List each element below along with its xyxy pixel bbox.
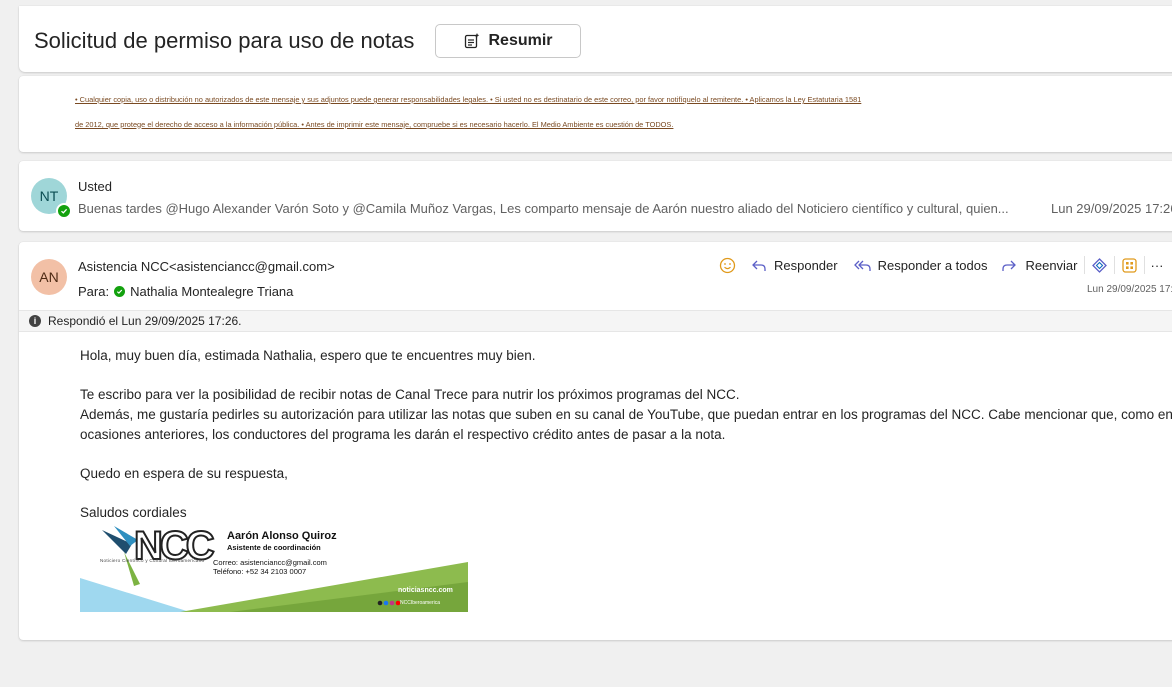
info-icon: i — [29, 315, 41, 327]
presence-available-icon — [114, 286, 126, 297]
signature-name: Aarón Alonso Quiroz — [227, 530, 337, 542]
more-icon: ··· — [1150, 257, 1164, 273]
divider — [1113, 256, 1115, 274]
collapsed-preview: Buenas tardes @Hugo Alexander Varón Soto… — [78, 201, 1008, 216]
forward-label: Reenviar — [1025, 257, 1078, 273]
body-paragraph: Te escribo para ver la posibilidad de re… — [80, 387, 740, 402]
reply-all-icon — [853, 260, 871, 271]
forward-icon — [1002, 260, 1017, 271]
reaction-button[interactable] — [719, 257, 736, 274]
more-actions-button[interactable]: ··· — [1151, 258, 1164, 273]
signature-role: Asistente de coordinación — [227, 543, 321, 552]
replied-notice: Respondió el Lun 29/09/2025 17:26. — [48, 314, 242, 328]
divider — [1083, 256, 1085, 274]
collapsed-sender: Usted — [78, 179, 112, 194]
loop-icon — [1091, 257, 1107, 273]
body-closing: Saludos cordiales — [80, 505, 187, 520]
loop-button[interactable] — [1091, 257, 1108, 274]
reply-all-button[interactable]: Responder a todos — [853, 257, 988, 274]
subject-title: Solicitud de permiso para uso de notas — [34, 28, 415, 53]
collapsed-message[interactable]: NT Usted Buenas tardes @Hugo Alexander V… — [19, 161, 1172, 231]
recipient-line: Para: Nathalia Montealegre Triana — [78, 284, 293, 299]
signature-social: NCCIberoamerica — [400, 600, 441, 606]
sender-address[interactable]: Asistencia NCC<asistenciancc@gmail.com> — [78, 259, 335, 274]
avatar: AN — [31, 259, 67, 295]
to-label: Para: — [78, 284, 110, 299]
presence-available-icon — [56, 203, 72, 219]
email-signature: NCC Noticiero Científico y Cultural Iber… — [80, 524, 468, 612]
previous-message-footer: • Cualquier copia, uso o distribución no… — [19, 76, 1172, 152]
replied-notice-bar: i Respondió el Lun 29/09/2025 17:26. — [19, 310, 1172, 332]
subject-header: Solicitud de permiso para uso de notas R… — [19, 6, 1172, 72]
signature-phone: Teléfono: +52 34 2103 0007 — [213, 567, 307, 576]
summarize-button[interactable]: Resumir — [435, 24, 581, 58]
body-paragraph: Además, me gustaría pedirles su autoriza… — [80, 407, 1172, 442]
reply-label: Responder — [774, 257, 838, 273]
disclaimer-text: • Cualquier copia, uso o distribución no… — [75, 95, 862, 129]
body-closing: Quedo en espera de su respuesta, — [80, 466, 288, 481]
signature-email: Correo: asistenciancc@gmail.com — [213, 558, 327, 567]
signature-tagline: Noticiero Científico y Cultural Iberoame… — [100, 558, 205, 563]
signature-website: noticiasncc.com — [398, 587, 453, 594]
body-greeting: Hola, muy buen día, estimada Nathalia, e… — [80, 348, 536, 363]
forward-button[interactable]: Reenviar — [1001, 257, 1078, 274]
recipient-name[interactable]: Nathalia Montealegre Triana — [130, 284, 293, 299]
expanded-message: AN Asistencia NCC<asistenciancc@gmail.co… — [19, 242, 1172, 640]
message-date: Lun 29/09/2025 17:20 — [1087, 284, 1172, 295]
reply-all-label: Responder a todos — [877, 257, 988, 273]
collapsed-date: Lun 29/09/2025 17:26 — [1051, 201, 1172, 216]
reply-button[interactable]: Responder — [750, 257, 838, 274]
message-actions: Responder Responder a todos Reenviar ··· — [719, 254, 1164, 276]
summarize-label: Resumir — [488, 32, 553, 49]
divider — [1143, 256, 1145, 274]
reply-icon — [752, 260, 766, 271]
emoji-icon — [719, 257, 736, 273]
apps-button[interactable] — [1121, 257, 1138, 274]
summarize-icon — [465, 33, 480, 49]
apps-icon — [1121, 257, 1137, 273]
message-body: Hola, muy buen día, estimada Nathalia, e… — [80, 346, 1172, 542]
